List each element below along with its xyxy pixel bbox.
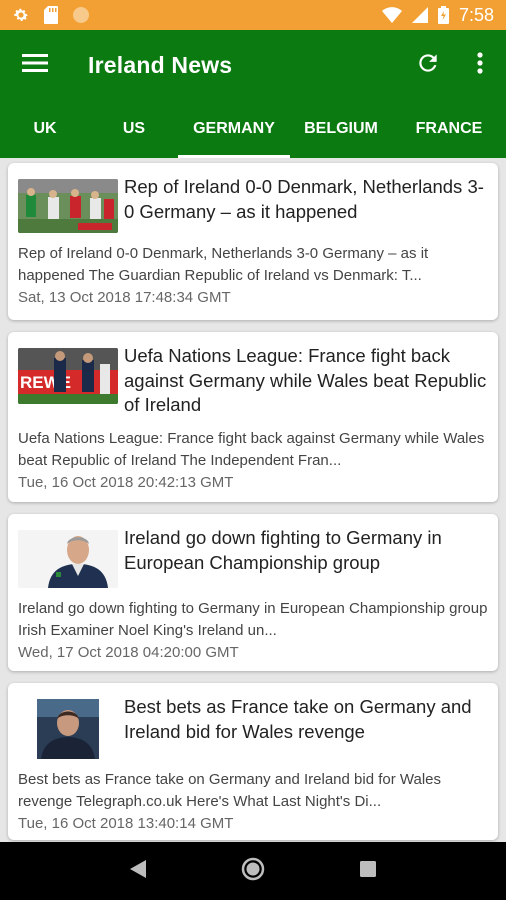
signal-icon [411, 7, 428, 23]
tab-germany[interactable]: GERMANY [178, 100, 290, 158]
tab-belgium[interactable]: BELGIUM [290, 100, 392, 158]
status-bar: 7:58 [0, 0, 506, 30]
gear-icon [12, 6, 30, 24]
app-title: Ireland News [88, 51, 233, 78]
tab-france[interactable]: FRANCE [392, 100, 506, 158]
article-date: Tue, 16 Oct 2018 20:42:13 GMT [18, 473, 234, 491]
circle-icon [72, 6, 90, 24]
tab-uk[interactable]: UK [0, 100, 90, 158]
article-thumbnail [18, 179, 118, 233]
article-summary: Ireland go down fighting to Germany in E… [18, 600, 488, 639]
article-date: Sat, 13 Oct 2018 17:48:34 GMT [18, 289, 231, 306]
article-thumbnail: REWE [18, 348, 118, 404]
back-icon [129, 859, 146, 883]
article-card[interactable]: Ireland go down fighting to Germany in E… [8, 514, 498, 671]
more-vert-icon [476, 51, 484, 80]
article-summary: Best bets as France take on Germany and … [18, 771, 441, 810]
article-headline: Best bets as France take on Germany and … [124, 696, 472, 742]
menu-icon [22, 53, 48, 78]
status-time: 7:58 [458, 4, 494, 25]
refresh-button[interactable] [402, 30, 454, 100]
recents-icon [360, 860, 377, 882]
refresh-icon [415, 50, 441, 81]
app-bar: Ireland News [0, 30, 506, 100]
article-summary: Uefa Nations League: France fight back a… [18, 429, 485, 469]
article-card[interactable]: REWE Uefa Nations League: France fight b… [8, 332, 498, 502]
article-summary: Rep of Ireland 0-0 Denmark, Netherlands … [18, 245, 429, 284]
tab-bar: UK US GERMANY BELGIUM FRANCE [0, 100, 506, 158]
article-card[interactable]: Rep of Ireland 0-0 Denmark, Netherlands … [8, 163, 498, 320]
more-options-button[interactable] [454, 30, 506, 100]
article-card[interactable]: Best bets as France take on Germany and … [8, 683, 498, 840]
menu-button[interactable] [0, 30, 70, 100]
system-nav-bar [0, 842, 506, 900]
battery-icon [437, 6, 449, 24]
article-list[interactable]: Rep of Ireland 0-0 Denmark, Netherlands … [0, 158, 506, 842]
home-button[interactable] [223, 842, 283, 900]
article-headline: Rep of Ireland 0-0 Denmark, Netherlands … [124, 176, 484, 222]
article-thumbnail [18, 530, 118, 588]
article-date: Wed, 17 Oct 2018 04:20:00 GMT [18, 644, 239, 661]
home-icon [241, 857, 265, 886]
tab-us[interactable]: US [90, 100, 178, 158]
article-date: Tue, 16 Oct 2018 13:40:14 GMT [18, 815, 234, 832]
article-headline: Uefa Nations League: France fight back a… [124, 345, 487, 415]
back-button[interactable] [108, 842, 168, 900]
recents-button[interactable] [338, 842, 398, 900]
article-thumbnail [18, 699, 118, 759]
wifi-icon [381, 7, 402, 23]
sd-card-icon [44, 6, 58, 24]
article-headline: Ireland go down fighting to Germany in E… [124, 527, 442, 573]
